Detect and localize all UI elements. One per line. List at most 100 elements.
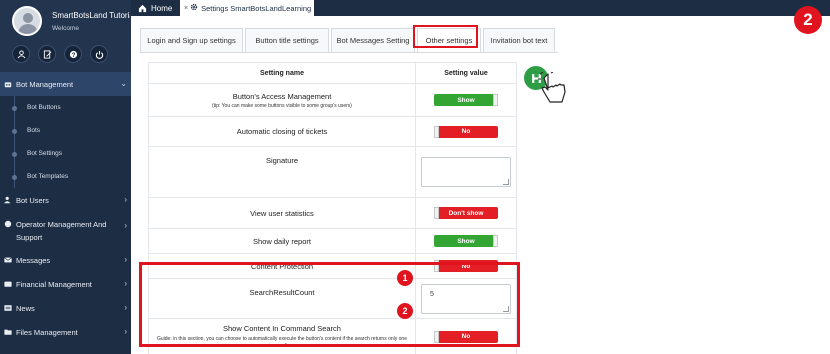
sidebar-item-label: Financial Management (16, 279, 92, 289)
settings-tabs: Login and Sign up settings Button title … (140, 28, 557, 52)
setting-tip: (tip: You can make some buttons visible … (212, 102, 352, 109)
chevron-right-icon: › (124, 255, 127, 264)
toggle-knob (434, 125, 439, 138)
sidebar-item-news[interactable]: News › (0, 296, 131, 320)
tab-highlight-frame (413, 25, 478, 48)
value-cell: No (416, 117, 516, 146)
view-user-statistics-toggle[interactable]: Don't show (434, 207, 498, 219)
sidebar-subitem-bots[interactable]: Bots (0, 119, 131, 142)
setting-cell: View user statistics (149, 198, 416, 228)
sidebar-item-label: Messages (16, 255, 51, 265)
table-row: Button's Access Management (tip: You can… (149, 84, 516, 117)
sidebar-subitem-label: Bot Templates (27, 173, 69, 180)
tab-home[interactable]: Home (138, 0, 172, 16)
sidebar-item-label: Files Management (16, 327, 78, 337)
bullet-dot (12, 152, 17, 157)
sidebar-subitem-label: Bots (27, 127, 41, 134)
access-management-toggle[interactable]: Show (434, 94, 498, 106)
quick-icons: ? (12, 45, 108, 63)
setting-cell: Show daily report (149, 229, 416, 253)
setting-name: Button's Access Management (232, 91, 332, 101)
chevron-down-icon: ⌄ (120, 79, 127, 88)
header-setting-value: Setting value (444, 69, 488, 77)
sidebar-item-operator-management[interactable]: Operator Management And Support › (0, 212, 131, 248)
user-icon[interactable] (12, 45, 30, 63)
sidebar-item-label: News (16, 303, 35, 313)
sidebar-item-financial-management[interactable]: Financial Management › (0, 272, 131, 296)
bullet-dot (12, 129, 17, 134)
app-root: SmartBotsLand Tutorials Welcome ? (0, 0, 830, 354)
tab-login-signup[interactable]: Login and Sign up settings (140, 28, 243, 52)
sidebar-subitem-bot-buttons[interactable]: Bot Buttons (0, 96, 131, 119)
table-row: Signature (149, 147, 516, 198)
highlight-frame (139, 262, 520, 347)
avatar[interactable] (12, 6, 42, 36)
toggle-label: Show (457, 237, 475, 245)
tab-bot-messages[interactable]: Bot Messages Setting (331, 28, 415, 52)
table-row: Show daily report Show (149, 229, 516, 254)
sidebar-item-label: Bot Management (16, 79, 74, 89)
setting-cell: Automatic closing of tickets (149, 117, 416, 146)
value-cell: Show (416, 229, 516, 253)
sidebar-item-bot-users[interactable]: Bot Users › (0, 188, 131, 212)
toggle-knob (493, 94, 498, 106)
bullet-dot (12, 106, 17, 111)
toggle-knob (493, 235, 498, 247)
setting-cell: Signature (149, 147, 416, 197)
setting-name: Signature (265, 156, 299, 165)
profile-panel: SmartBotsLand Tutorials Welcome ? (0, 0, 131, 72)
tab-home-label: Home (151, 3, 173, 13)
chevron-right-icon: › (124, 303, 127, 312)
welcome-text: Welcome (52, 25, 79, 32)
value-cell: Don't show (416, 198, 516, 228)
envelope-icon (4, 257, 12, 263)
header-setting-name: Setting name (149, 63, 416, 83)
sidebar-subitem-bot-templates[interactable]: Bot Templates (0, 165, 131, 188)
tab-invitation-text[interactable]: Invitation bot text (483, 28, 555, 52)
folder-icon (4, 329, 12, 335)
table-header: Setting name Setting value (149, 63, 516, 84)
daily-report-toggle[interactable]: Show (434, 235, 498, 247)
value-cell: Show (416, 84, 516, 116)
tab-settings-active[interactable]: × Settings SmartBotsLandLearning (180, 0, 314, 16)
help-icon[interactable]: ? (64, 45, 82, 63)
sidebar-menu: Bot Management ⌄ Bot Buttons Bots Bot Se… (0, 72, 131, 344)
callout-badge-1: 1 (397, 270, 413, 286)
close-icon[interactable]: × (184, 5, 188, 12)
bullet-dot (12, 175, 17, 180)
gear-icon (190, 3, 198, 13)
wallet-icon (4, 281, 12, 287)
users-icon (4, 196, 11, 204)
sidebar-item-bot-management[interactable]: Bot Management ⌄ (0, 72, 131, 96)
user-name: SmartBotsLand Tutorials (52, 11, 130, 20)
edit-icon[interactable] (38, 45, 56, 63)
tabs-divider (140, 52, 558, 53)
tab-button-title[interactable]: Button title settings (245, 28, 329, 52)
sidebar: SmartBotsLand Tutorials Welcome ? (0, 0, 131, 354)
sidebar-item-label: Operator Management And Support (16, 220, 107, 242)
sidebar-subitem-bot-settings[interactable]: Bot Settings (0, 142, 131, 165)
svg-text:?: ? (71, 51, 75, 58)
setting-name: Show daily report (253, 236, 311, 246)
table-row: Automatic closing of tickets No (149, 117, 516, 147)
robot-icon (4, 82, 12, 88)
sidebar-subitem-label: Bot Buttons (27, 104, 61, 111)
signature-field[interactable] (421, 157, 511, 187)
table-row: View user statistics Don't show (149, 198, 516, 229)
sidebar-item-label: Bot Users (16, 195, 49, 205)
toggle-knob (434, 207, 439, 219)
toggle-label: Don't show (448, 209, 484, 217)
toggle-label: No (461, 128, 471, 135)
auto-close-tickets-toggle[interactable]: No (434, 125, 498, 138)
sidebar-item-messages[interactable]: Messages › (0, 248, 131, 272)
chevron-right-icon: › (124, 221, 127, 230)
value-cell (416, 147, 516, 197)
headset-icon (4, 220, 12, 228)
sidebar-item-files-management[interactable]: Files Management › (0, 320, 131, 344)
power-icon[interactable] (90, 45, 108, 63)
callout-badge-2: 2 (397, 303, 413, 319)
setting-cell: Button's Access Management (tip: You can… (149, 84, 416, 116)
bot-management-submenu: Bot Buttons Bots Bot Settings Bot Templa… (0, 96, 131, 188)
chevron-right-icon: › (124, 195, 127, 204)
tab-settings-label: Settings SmartBotsLandLearning (201, 3, 312, 13)
